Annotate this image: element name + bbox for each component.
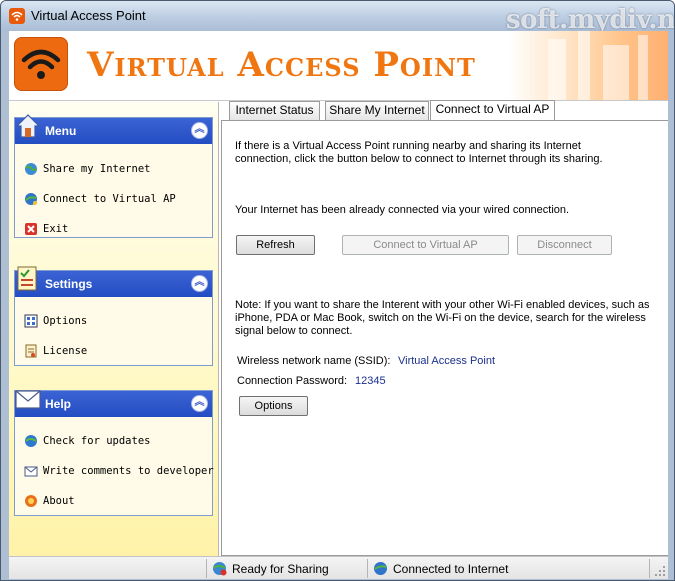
update-globe-icon	[25, 435, 37, 447]
tab-internet-status[interactable]: Internet Status	[229, 101, 320, 120]
menu-item-connect-to-virtual-ap[interactable]: Connect to Virtual AP	[15, 185, 212, 215]
envelope-icon	[24, 466, 38, 477]
settings-group-header[interactable]: Settings ︽	[15, 266, 212, 297]
options-button[interactable]: Options	[239, 396, 308, 416]
exit-x-icon	[25, 223, 37, 235]
disconnect-button[interactable]: Disconnect	[517, 235, 612, 255]
ssid-value: Virtual Access Point	[398, 355, 496, 367]
help-item-check-for-updates[interactable]: Check for updates	[15, 427, 212, 457]
help-item-write-comments[interactable]: Write comments to developer	[15, 457, 214, 487]
tab-content-connect: If there is a Virtual Access Point runni…	[221, 120, 668, 556]
license-icon	[25, 344, 37, 358]
status-internet: Connected to Internet	[373, 561, 508, 576]
help-group: Help ︽ Check for updates Write comments …	[14, 390, 214, 517]
tab-connect-to-virtual-ap[interactable]: Connect to Virtual AP	[430, 100, 555, 121]
menu-item-share-my-internet[interactable]: Share my Internet	[15, 155, 212, 185]
settings-collapse-icon[interactable]: ︽	[191, 275, 208, 292]
status-sharing: Ready for Sharing	[212, 561, 329, 576]
left-sidebar: Menu ︽ Share my Internet Connect to Virt…	[9, 102, 219, 556]
menu-group-title: Menu	[45, 124, 77, 138]
help-item-about[interactable]: About	[15, 487, 212, 517]
connect-to-virtual-ap-button[interactable]: Connect to Virtual AP	[342, 235, 509, 255]
menu-collapse-icon[interactable]: ︽	[191, 122, 208, 139]
help-collapse-icon[interactable]: ︽	[191, 395, 208, 412]
refresh-button[interactable]: Refresh	[236, 235, 315, 255]
menu-group: Menu ︽ Share my Internet Connect to Virt…	[14, 114, 213, 238]
password-value: 12345	[355, 375, 386, 387]
settings-checklist-icon	[17, 266, 37, 291]
help-envelope-icon	[15, 390, 41, 409]
intro-text: If there is a Virtual Access Point runni…	[235, 140, 603, 165]
tab-share-my-internet[interactable]: Share My Internet	[325, 101, 429, 120]
note-text: Note: If you want to share the Interent …	[235, 299, 650, 337]
share-globe-icon	[25, 163, 37, 175]
status-bar: Ready for Sharing Connected to Internet	[9, 556, 668, 579]
menu-item-exit[interactable]: Exit	[15, 215, 212, 245]
header-banner: Virtual Access Point	[9, 31, 668, 101]
about-icon	[25, 495, 37, 507]
window-title: Virtual Access Point	[31, 8, 146, 23]
ssid-label: Wireless network name (SSID):	[237, 355, 391, 367]
connect-globe-icon	[25, 193, 37, 205]
banner-title: Virtual Access Point	[87, 45, 476, 85]
connection-status-text: Your Internet has been already connected…	[235, 204, 570, 216]
internet-globe-icon	[374, 562, 387, 575]
help-group-header[interactable]: Help ︽	[15, 390, 212, 417]
settings-group-title: Settings	[45, 277, 93, 291]
app-window: Virtual Access Point soft.mydiv.net Virt…	[0, 0, 675, 581]
title-bar[interactable]: Virtual Access Point soft.mydiv.net	[1, 1, 674, 35]
logo-wifi-icon	[14, 37, 68, 91]
help-group-title: Help	[45, 397, 72, 411]
menu-group-header[interactable]: Menu ︽	[15, 114, 212, 144]
settings-item-options[interactable]: Options	[15, 307, 212, 337]
resize-grip-icon[interactable]	[654, 565, 666, 577]
options-grid-icon	[24, 314, 38, 328]
client-area: Virtual Access Point Menu ︽ Share my Int…	[9, 31, 668, 579]
app-wifi-icon	[9, 8, 25, 24]
sharing-status-icon	[213, 562, 227, 576]
settings-item-license[interactable]: License	[15, 337, 212, 367]
home-icon	[15, 114, 41, 138]
password-label: Connection Password:	[237, 375, 348, 387]
banner-decoration	[508, 31, 668, 100]
settings-group: Settings ︽ Options License	[14, 266, 213, 367]
